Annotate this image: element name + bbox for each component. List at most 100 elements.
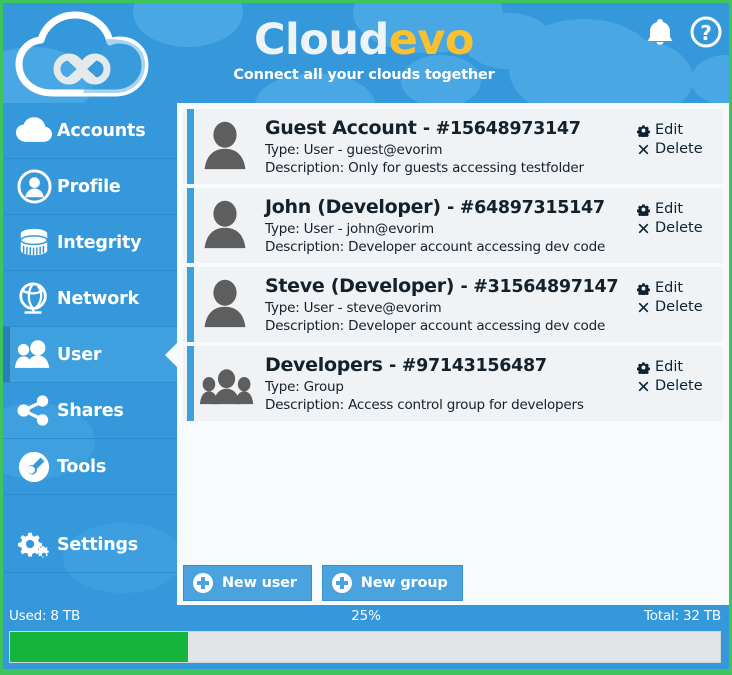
list-item-actions: Edit Delete bbox=[637, 353, 723, 396]
status-bar: Used: 8 TB 25% Total: 32 TB bbox=[3, 605, 729, 669]
list-item[interactable]: Steve (Developer) - #31564897147 Type: U… bbox=[183, 267, 723, 342]
single-person-icon bbox=[199, 116, 261, 175]
users-icon bbox=[11, 333, 57, 377]
gear-icon bbox=[637, 125, 650, 137]
delete-button[interactable]: Delete bbox=[637, 219, 719, 238]
list-item-type: Type: User - guest@evorim bbox=[265, 142, 443, 158]
notifications-bell-button[interactable] bbox=[643, 15, 677, 49]
list-item-name: Steve (Developer) bbox=[265, 275, 455, 297]
single-person-icon bbox=[199, 274, 261, 333]
list-item[interactable]: Guest Account - #15648973147 Type: User … bbox=[183, 109, 723, 184]
edit-label: Edit bbox=[655, 122, 684, 138]
total-storage-label: Total: 32 TB bbox=[644, 608, 721, 624]
list-item-id: - #97143156487 bbox=[389, 356, 547, 376]
cloud-icon bbox=[11, 109, 57, 153]
group-people-icon bbox=[199, 353, 261, 410]
sidebar-navigation: Accounts Profile Integrity Network User … bbox=[3, 103, 177, 605]
list-item[interactable]: Developers - #97143156487 Type: Group De… bbox=[183, 346, 723, 421]
sidebar-item-user[interactable]: User bbox=[3, 327, 177, 383]
edit-button[interactable]: Edit bbox=[637, 279, 719, 298]
close-icon bbox=[638, 302, 649, 313]
sidebar-item-label: Integrity bbox=[57, 232, 142, 253]
list-item-name: John (Developer) bbox=[265, 196, 441, 218]
sidebar-item-label: Network bbox=[57, 288, 139, 309]
delete-label: Delete bbox=[655, 299, 703, 315]
list-item-title: Developers - #97143156487 bbox=[265, 353, 637, 378]
gear-icon bbox=[637, 204, 650, 216]
sidebar-item-tools[interactable]: Tools bbox=[3, 439, 177, 495]
list-item-actions: Edit Delete bbox=[637, 274, 723, 317]
bell-icon bbox=[647, 19, 673, 45]
list-item-info: Developers - #97143156487 Type: Group De… bbox=[261, 353, 637, 414]
sidebar-item-integrity[interactable]: Integrity bbox=[3, 215, 177, 271]
app-title-part2: evo bbox=[388, 15, 475, 65]
share-icon bbox=[11, 389, 57, 433]
new-group-button[interactable]: New group bbox=[321, 565, 463, 601]
new-user-button[interactable]: New user bbox=[183, 565, 312, 601]
action-button-bar: New user New group bbox=[183, 565, 463, 601]
sidebar-item-label: Accounts bbox=[57, 120, 146, 141]
list-item-description: Description: Developer account accessing… bbox=[265, 239, 606, 255]
list-item[interactable]: John (Developer) - #64897315147 Type: Us… bbox=[183, 188, 723, 263]
edit-button[interactable]: Edit bbox=[637, 358, 719, 377]
storage-percent-label: 25% bbox=[351, 608, 381, 624]
gear-icon bbox=[637, 283, 650, 295]
help-button[interactable]: ? bbox=[689, 15, 723, 49]
list-item-type: Type: User - john@evorim bbox=[265, 221, 434, 237]
app-header: Cloudevo Connect all your clouds togethe… bbox=[3, 3, 729, 103]
user-list: Guest Account - #15648973147 Type: User … bbox=[183, 109, 723, 425]
list-item-name: Developers bbox=[265, 354, 383, 376]
app-title: Cloudevo bbox=[199, 15, 529, 65]
delete-button[interactable]: Delete bbox=[637, 298, 719, 317]
app-title-part1: Cloud bbox=[254, 15, 389, 65]
main-content-panel: Guest Account - #15648973147 Type: User … bbox=[177, 103, 729, 605]
sidebar-item-network[interactable]: Network bbox=[3, 271, 177, 327]
sidebar-item-label: Shares bbox=[57, 400, 124, 421]
storage-summary: Used: 8 TB 25% Total: 32 TB bbox=[3, 605, 729, 627]
user-circle-icon bbox=[11, 165, 57, 209]
cloud-infinity-logo-icon bbox=[15, 11, 149, 97]
storage-progress-bar bbox=[9, 631, 721, 663]
help-icon: ? bbox=[690, 16, 722, 48]
globe-icon bbox=[11, 277, 57, 321]
list-item-id: - #15648973147 bbox=[422, 119, 581, 139]
application-window: Cloudevo Connect all your clouds togethe… bbox=[0, 0, 732, 675]
list-item-title: Steve (Developer) - #31564897147 bbox=[265, 274, 637, 299]
new-group-label: New group bbox=[360, 575, 448, 591]
close-icon bbox=[638, 223, 649, 234]
close-icon bbox=[638, 144, 649, 155]
sidebar-item-label: Settings bbox=[57, 534, 139, 555]
list-item-description: Description: Access control group for de… bbox=[265, 397, 584, 413]
edit-button[interactable]: Edit bbox=[637, 121, 719, 140]
new-user-label: New user bbox=[222, 575, 297, 591]
list-item-actions: Edit Delete bbox=[637, 195, 723, 238]
storage-progress-fill bbox=[10, 632, 188, 662]
edit-button[interactable]: Edit bbox=[637, 200, 719, 219]
delete-label: Delete bbox=[655, 141, 703, 157]
sidebar-item-accounts[interactable]: Accounts bbox=[3, 103, 177, 159]
list-item-info: John (Developer) - #64897315147 Type: Us… bbox=[261, 195, 637, 256]
list-item-name: Guest Account bbox=[265, 117, 417, 139]
gears-icon bbox=[11, 523, 57, 567]
list-item-title: Guest Account - #15648973147 bbox=[265, 116, 637, 141]
list-item-info: Steve (Developer) - #31564897147 Type: U… bbox=[261, 274, 637, 335]
sidebar-item-shares[interactable]: Shares bbox=[3, 383, 177, 439]
wrench-icon bbox=[11, 445, 57, 489]
sidebar-item-profile[interactable]: Profile bbox=[3, 159, 177, 215]
sidebar-item-settings[interactable]: Settings bbox=[3, 517, 177, 573]
list-item-description: Description: Only for guests accessing t… bbox=[265, 160, 584, 176]
edit-label: Edit bbox=[655, 280, 684, 296]
sidebar-item-label: Tools bbox=[57, 456, 107, 477]
list-item-type: Type: User - steve@evorim bbox=[265, 300, 442, 316]
delete-button[interactable]: Delete bbox=[637, 377, 719, 396]
list-item-title: John (Developer) - #64897315147 bbox=[265, 195, 637, 220]
delete-button[interactable]: Delete bbox=[637, 140, 719, 159]
list-item-description: Description: Developer account accessing… bbox=[265, 318, 606, 334]
edit-label: Edit bbox=[655, 359, 684, 375]
app-tagline: Connect all your clouds together bbox=[233, 67, 495, 83]
gear-icon bbox=[637, 362, 650, 374]
list-item-info: Guest Account - #15648973147 Type: User … bbox=[261, 116, 637, 177]
single-person-icon bbox=[199, 195, 261, 254]
edit-label: Edit bbox=[655, 201, 684, 217]
